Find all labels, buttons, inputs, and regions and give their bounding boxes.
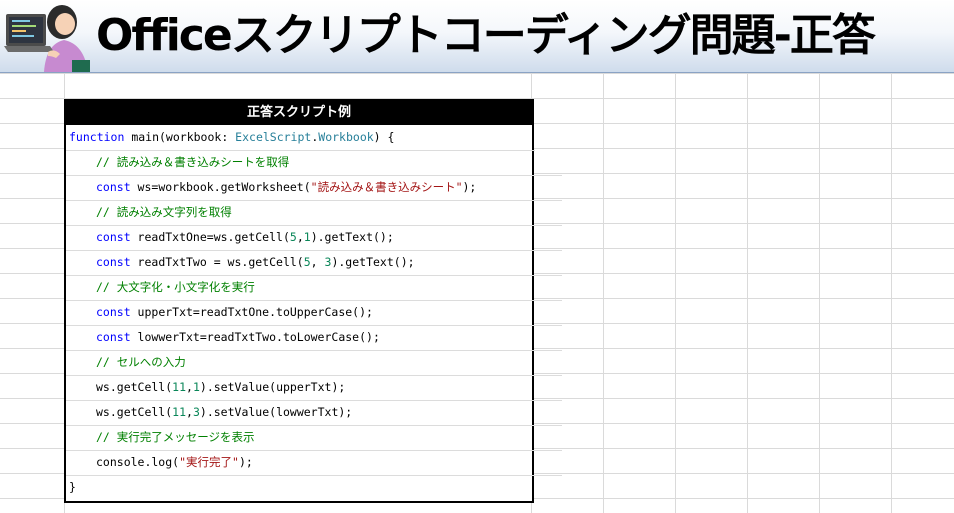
code-token: 5 bbox=[303, 255, 311, 269]
code-token: 11 bbox=[172, 405, 187, 419]
code-token: ); bbox=[462, 180, 477, 194]
code-token: Workbook bbox=[318, 130, 374, 144]
code-token: , bbox=[310, 255, 325, 269]
code-line: // セルへの入力 bbox=[66, 350, 562, 376]
code-token: 1 bbox=[192, 380, 200, 394]
code-line: console.log("実行完了"); bbox=[66, 450, 562, 476]
code-token: upperTxt=readTxtOne.toUpperCase(); bbox=[130, 305, 373, 319]
code-token: console.log( bbox=[96, 455, 180, 469]
code-token: readTxtOne=ws.getCell( bbox=[130, 230, 290, 244]
code-token: ).setValue(lowwerTxt); bbox=[199, 405, 353, 419]
code-token: function bbox=[69, 130, 125, 144]
code-token: ).getText(); bbox=[331, 255, 415, 269]
code-token: 5 bbox=[289, 230, 297, 244]
code-token: ExcelScript bbox=[235, 130, 312, 144]
code-token: // 読み込み＆書き込みシートを取得 bbox=[96, 155, 290, 169]
code-token: // 実行完了メッセージを表示 bbox=[96, 430, 255, 444]
code-token: , bbox=[186, 405, 193, 419]
code-token: readTxtTwo = ws.getCell( bbox=[130, 255, 304, 269]
code-token: const bbox=[96, 230, 131, 244]
code-block: 正答スクリプト例 function main(workbook: ExcelSc… bbox=[64, 99, 562, 503]
code-token: ).getText(); bbox=[310, 230, 394, 244]
code-token: // セルへの入力 bbox=[96, 355, 186, 369]
grid-column-line bbox=[819, 73, 820, 513]
grid-row-line bbox=[0, 73, 954, 74]
code-token: ).setValue(upperTxt); bbox=[199, 380, 346, 394]
code-line: ws.getCell(11,1).setValue(upperTxt); bbox=[66, 375, 562, 401]
code-token: // 大文字化・小文字化を実行 bbox=[96, 280, 255, 294]
grid-column-line bbox=[891, 73, 892, 513]
code-token: ) { bbox=[373, 130, 395, 144]
code-line: const upperTxt=readTxtOne.toUpperCase(); bbox=[66, 300, 562, 326]
code-token: // 読み込み文字列を取得 bbox=[96, 205, 232, 219]
code-token: ws.getCell( bbox=[96, 380, 173, 394]
code-line: ws.getCell(11,3).setValue(lowwerTxt); bbox=[66, 400, 562, 426]
grid-column-line bbox=[747, 73, 748, 513]
code-token: main(workbook: bbox=[124, 130, 236, 144]
code-token: 3 bbox=[192, 405, 200, 419]
code-token: , bbox=[186, 380, 193, 394]
code-token: } bbox=[69, 480, 76, 494]
code-line: function main(workbook: ExcelScript.Work… bbox=[66, 125, 535, 151]
code-token: const bbox=[96, 330, 131, 344]
code-line: const ws=workbook.getWorksheet("読み込み＆書き込… bbox=[66, 175, 562, 201]
code-token: ws=workbook.getWorksheet( bbox=[130, 180, 311, 194]
code-line: } bbox=[66, 475, 535, 500]
code-line: const readTxtOne=ws.getCell(5,1).getText… bbox=[66, 225, 562, 251]
code-token: 11 bbox=[172, 380, 187, 394]
code-token: ); bbox=[238, 455, 253, 469]
code-line: // 読み込み＆書き込みシートを取得 bbox=[66, 150, 562, 176]
code-line: const lowwerTxt=readTxtTwo.toLowerCase()… bbox=[66, 325, 562, 351]
grid-column-line bbox=[675, 73, 676, 513]
banner-title: Officeスクリプトコーディング問題-正答 bbox=[96, 10, 876, 61]
code-token: ws.getCell( bbox=[96, 405, 173, 419]
code-line: // 読み込み文字列を取得 bbox=[66, 200, 562, 226]
code-block-header: 正答スクリプト例 bbox=[66, 101, 532, 125]
code-token: const bbox=[96, 180, 131, 194]
code-token: "実行完了" bbox=[179, 455, 239, 469]
grid-column-line bbox=[603, 73, 604, 513]
code-token: "読み込み＆書き込みシート" bbox=[310, 180, 463, 194]
code-token: 1 bbox=[303, 230, 311, 244]
code-token: lowwerTxt=readTxtTwo.toLowerCase(); bbox=[130, 330, 380, 344]
code-line: const readTxtTwo = ws.getCell(5, 3).getT… bbox=[66, 250, 562, 276]
code-token: , bbox=[296, 230, 304, 244]
code-token: const bbox=[96, 305, 131, 319]
person-at-laptop-icon bbox=[4, 5, 90, 72]
code-token: const bbox=[96, 255, 131, 269]
banner: Officeスクリプトコーディング問題-正答 bbox=[0, 0, 954, 73]
code-line: // 大文字化・小文字化を実行 bbox=[66, 275, 562, 301]
code-line: // 実行完了メッセージを表示 bbox=[66, 425, 562, 451]
